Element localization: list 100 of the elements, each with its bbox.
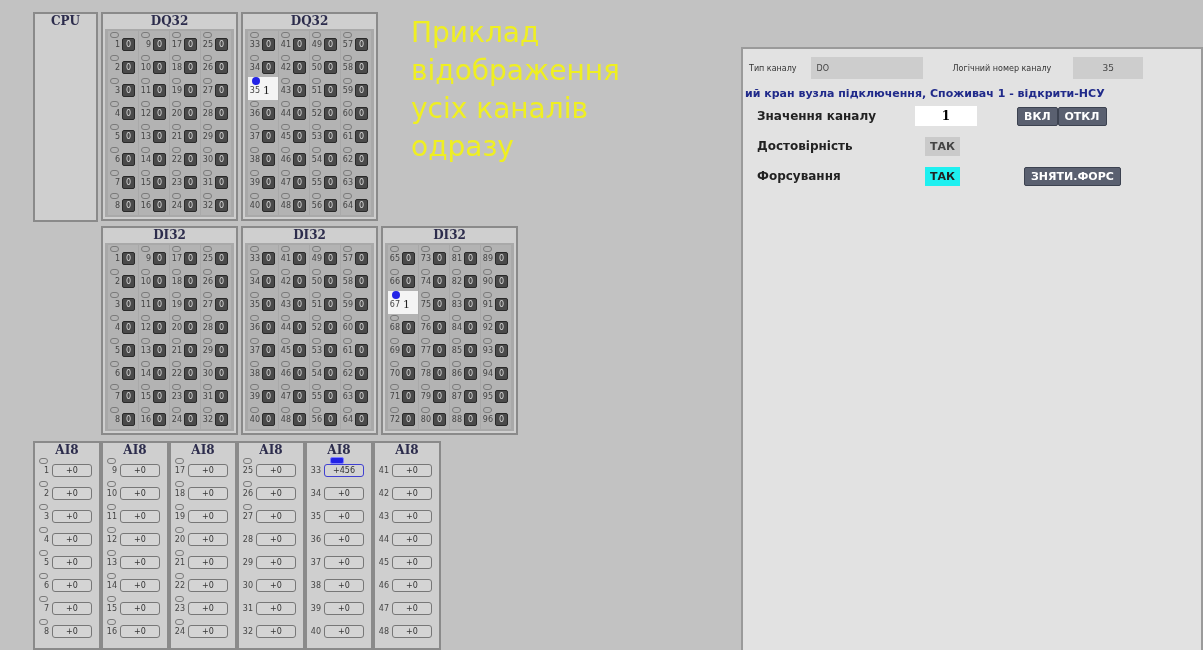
channel-cell[interactable]: 33 0 bbox=[248, 31, 278, 54]
analog-value[interactable]: +0 bbox=[256, 487, 296, 500]
channel-cell[interactable]: 74 0 bbox=[419, 268, 449, 291]
channel-cell[interactable]: 92 0 bbox=[481, 314, 511, 337]
channel-cell[interactable]: 64 0 bbox=[341, 406, 371, 429]
channel-cell[interactable]: 52 0 bbox=[310, 314, 340, 337]
channel-cell[interactable]: 13 0 bbox=[139, 123, 169, 146]
analog-value[interactable]: +0 bbox=[324, 556, 364, 569]
channel-cell[interactable]: 77 0 bbox=[419, 337, 449, 360]
channel-cell[interactable]: 47 0 bbox=[279, 169, 309, 192]
channel-cell[interactable]: 67 1 bbox=[388, 291, 418, 314]
channel-cell[interactable]: 46 0 bbox=[279, 360, 309, 383]
unforce-button[interactable]: ЗНЯТИ.ФОРС bbox=[1024, 166, 1121, 186]
channel-cell[interactable]: 36 0 bbox=[248, 100, 278, 123]
channel-cell[interactable]: 27 0 bbox=[201, 77, 231, 100]
channel-cell[interactable]: 16 0 bbox=[139, 406, 169, 429]
channel-cell[interactable]: 35 1 bbox=[248, 77, 278, 100]
channel-cell[interactable]: 39 0 bbox=[248, 169, 278, 192]
channel-cell[interactable]: 17 0 bbox=[170, 31, 200, 54]
channel-cell[interactable]: 19 0 bbox=[170, 77, 200, 100]
channel-cell[interactable]: 18 0 bbox=[170, 54, 200, 77]
channel-cell[interactable]: 37 0 bbox=[248, 123, 278, 146]
channel-cell[interactable]: 73 0 bbox=[419, 245, 449, 268]
channel-cell[interactable]: 53 0 bbox=[310, 337, 340, 360]
analog-value[interactable]: +0 bbox=[392, 602, 432, 615]
channel-cell[interactable]: 45 0 bbox=[279, 337, 309, 360]
channel-cell[interactable]: 23 0 bbox=[170, 169, 200, 192]
channel-cell[interactable]: 32 0 bbox=[201, 406, 231, 429]
analog-value[interactable]: +0 bbox=[392, 579, 432, 592]
channel-cell[interactable]: 44 0 bbox=[279, 314, 309, 337]
channel-cell[interactable]: 60 0 bbox=[341, 100, 371, 123]
channel-cell[interactable]: 22 0 bbox=[170, 146, 200, 169]
analog-value[interactable]: +0 bbox=[120, 579, 160, 592]
channel-cell[interactable]: 44 0 bbox=[279, 100, 309, 123]
off-button[interactable]: ОТКЛ bbox=[1057, 106, 1107, 126]
channel-cell[interactable]: 17 0 bbox=[170, 245, 200, 268]
channel-cell[interactable]: 53 0 bbox=[310, 123, 340, 146]
channel-cell[interactable]: 8 0 bbox=[108, 192, 138, 215]
channel-cell[interactable]: 2 0 bbox=[108, 268, 138, 291]
channel-cell[interactable]: 34 0 bbox=[248, 268, 278, 291]
analog-value[interactable]: +0 bbox=[256, 510, 296, 523]
channel-cell[interactable]: 58 0 bbox=[341, 268, 371, 291]
channel-cell[interactable]: 48 0 bbox=[279, 406, 309, 429]
channel-cell[interactable]: 85 0 bbox=[450, 337, 480, 360]
channel-cell[interactable]: 57 0 bbox=[341, 31, 371, 54]
channel-cell[interactable]: 34 0 bbox=[248, 54, 278, 77]
channel-cell[interactable]: 45 0 bbox=[279, 123, 309, 146]
channel-cell[interactable]: 47 0 bbox=[279, 383, 309, 406]
channel-cell[interactable]: 60 0 bbox=[341, 314, 371, 337]
channel-cell[interactable]: 7 0 bbox=[108, 169, 138, 192]
on-button[interactable]: ВКЛ bbox=[1017, 106, 1058, 126]
channel-cell[interactable]: 50 0 bbox=[310, 54, 340, 77]
channel-cell[interactable]: 59 0 bbox=[341, 291, 371, 314]
channel-cell[interactable]: 84 0 bbox=[450, 314, 480, 337]
channel-cell[interactable]: 89 0 bbox=[481, 245, 511, 268]
channel-cell[interactable]: 90 0 bbox=[481, 268, 511, 291]
channel-cell[interactable]: 15 0 bbox=[139, 169, 169, 192]
analog-value[interactable]: +0 bbox=[52, 602, 92, 615]
channel-cell[interactable]: 49 0 bbox=[310, 31, 340, 54]
channel-cell[interactable]: 3 0 bbox=[108, 291, 138, 314]
channel-cell[interactable]: 9 0 bbox=[139, 31, 169, 54]
analog-value[interactable]: +0 bbox=[120, 533, 160, 546]
channel-cell[interactable]: 62 0 bbox=[341, 360, 371, 383]
channel-cell[interactable]: 63 0 bbox=[341, 383, 371, 406]
channel-cell[interactable]: 79 0 bbox=[419, 383, 449, 406]
channel-cell[interactable]: 40 0 bbox=[248, 192, 278, 215]
channel-cell[interactable]: 31 0 bbox=[201, 383, 231, 406]
channel-cell[interactable]: 11 0 bbox=[139, 77, 169, 100]
channel-cell[interactable]: 30 0 bbox=[201, 360, 231, 383]
analog-value[interactable]: +0 bbox=[188, 625, 228, 638]
analog-value[interactable]: +0 bbox=[392, 487, 432, 500]
channel-cell[interactable]: 6 0 bbox=[108, 360, 138, 383]
channel-cell[interactable]: 61 0 bbox=[341, 123, 371, 146]
analog-value[interactable]: +0 bbox=[52, 625, 92, 638]
channel-cell[interactable]: 6 0 bbox=[108, 146, 138, 169]
analog-value[interactable]: +0 bbox=[256, 464, 296, 477]
channel-cell[interactable]: 42 0 bbox=[279, 54, 309, 77]
channel-cell[interactable]: 28 0 bbox=[201, 314, 231, 337]
channel-cell[interactable]: 16 0 bbox=[139, 192, 169, 215]
analog-value[interactable]: +0 bbox=[324, 510, 364, 523]
channel-cell[interactable]: 49 0 bbox=[310, 245, 340, 268]
channel-cell[interactable]: 35 0 bbox=[248, 291, 278, 314]
analog-value[interactable]: +0 bbox=[188, 464, 228, 477]
channel-cell[interactable]: 12 0 bbox=[139, 314, 169, 337]
channel-cell[interactable]: 29 0 bbox=[201, 337, 231, 360]
channel-cell[interactable]: 51 0 bbox=[310, 291, 340, 314]
channel-cell[interactable]: 52 0 bbox=[310, 100, 340, 123]
channel-cell[interactable]: 56 0 bbox=[310, 192, 340, 215]
channel-cell[interactable]: 13 0 bbox=[139, 337, 169, 360]
channel-cell[interactable]: 51 0 bbox=[310, 77, 340, 100]
channel-cell[interactable]: 93 0 bbox=[481, 337, 511, 360]
analog-value[interactable]: +0 bbox=[324, 602, 364, 615]
channel-cell[interactable]: 80 0 bbox=[419, 406, 449, 429]
channel-cell[interactable]: 25 0 bbox=[201, 31, 231, 54]
channel-cell[interactable]: 4 0 bbox=[108, 100, 138, 123]
analog-value[interactable]: +0 bbox=[188, 533, 228, 546]
channel-cell[interactable]: 1 0 bbox=[108, 245, 138, 268]
analog-value[interactable]: +0 bbox=[324, 533, 364, 546]
analog-value[interactable]: +0 bbox=[120, 510, 160, 523]
channel-cell[interactable]: 33 0 bbox=[248, 245, 278, 268]
